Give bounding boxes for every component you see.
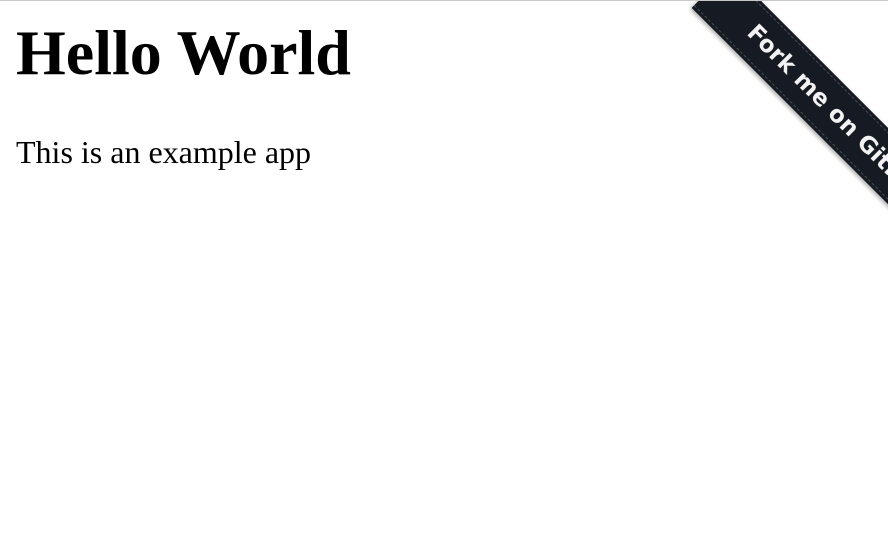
page: Hello World This is an example app Fork … [0,0,888,538]
fork-me-ribbon[interactable]: Fork me on GitHub [691,1,888,263]
fork-me-ribbon-link[interactable]: Fork me on GitHub [608,1,888,281]
page-title: Hello World [16,17,351,88]
fork-me-ribbon-label[interactable]: Fork me on GitHub [742,20,888,212]
page-subtitle: This is an example app [16,134,312,170]
